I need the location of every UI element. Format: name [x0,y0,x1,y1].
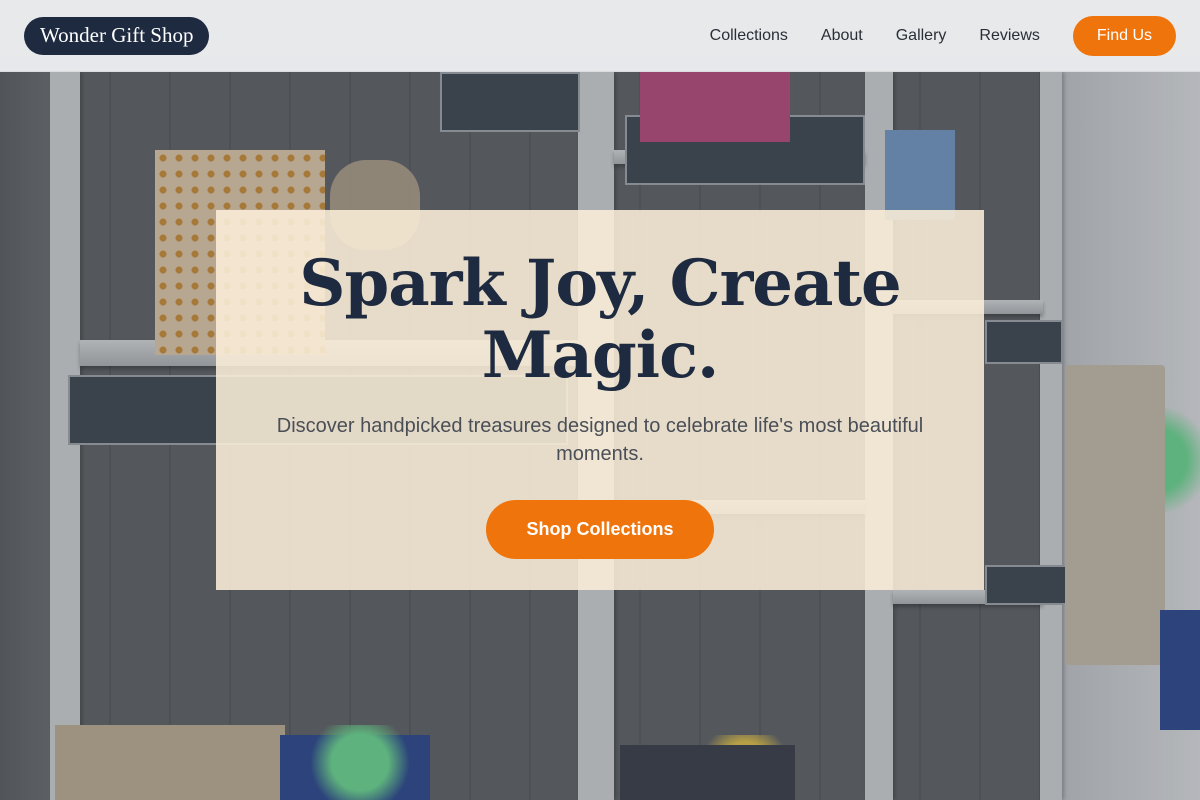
brand-logo[interactable]: Wonder Gift Shop [24,16,210,55]
hero-title: Spark Joy, Create Magic. [299,246,902,393]
hero-card: Spark Joy, Create Magic. Discover handpi… [216,210,984,590]
nav-link-about[interactable]: About [821,27,863,45]
nav-links: Collections About Gallery Reviews Find U… [710,15,1176,56]
nav-link-gallery[interactable]: Gallery [896,27,947,45]
nav-link-collections[interactable]: Collections [710,27,788,45]
find-us-button[interactable]: Find Us [1072,15,1176,56]
top-navbar: Wonder Gift Shop Collections About Galle… [0,0,1200,72]
hero-subtitle: Discover handpicked treasures designed t… [276,415,924,465]
shop-collections-button[interactable]: Shop Collections [486,500,714,559]
nav-link-reviews[interactable]: Reviews [979,27,1039,45]
